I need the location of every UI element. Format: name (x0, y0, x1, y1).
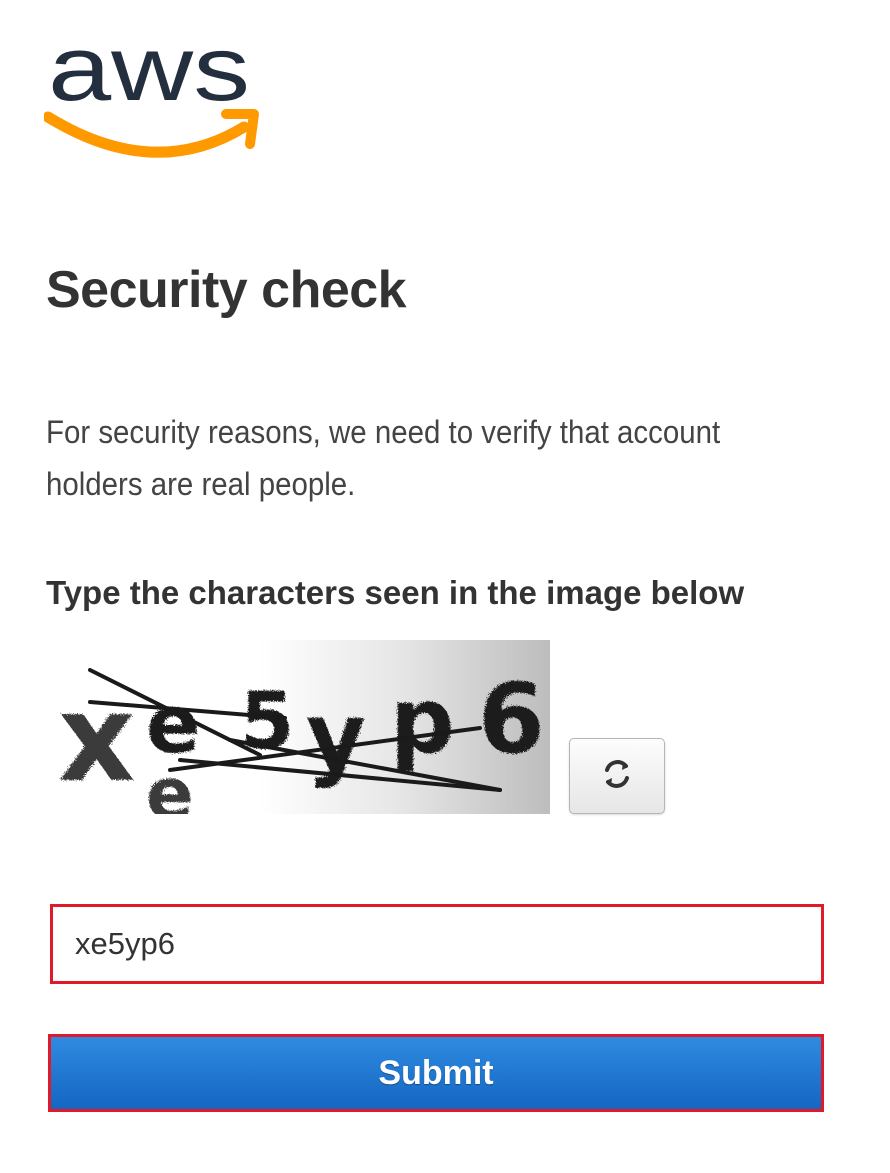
aws-logo: aws (42, 18, 264, 162)
logo-text: aws (48, 22, 250, 120)
captcha-image: x e e 5 y p 6 (50, 640, 550, 814)
captcha-answer-input[interactable] (50, 904, 824, 984)
refresh-captcha-button[interactable] (569, 738, 665, 814)
logo-smile (42, 111, 250, 158)
svg-text:x: x (58, 670, 135, 809)
page-title: Security check (46, 261, 407, 319)
svg-text:p: p (390, 669, 454, 774)
refresh-icon (599, 756, 635, 797)
captcha-label: Type the characters seen in the image be… (46, 574, 745, 611)
svg-text:6: 6 (478, 663, 545, 775)
submit-button[interactable]: Submit (48, 1034, 824, 1112)
intro-text: For security reasons, we need to verify … (46, 414, 721, 502)
